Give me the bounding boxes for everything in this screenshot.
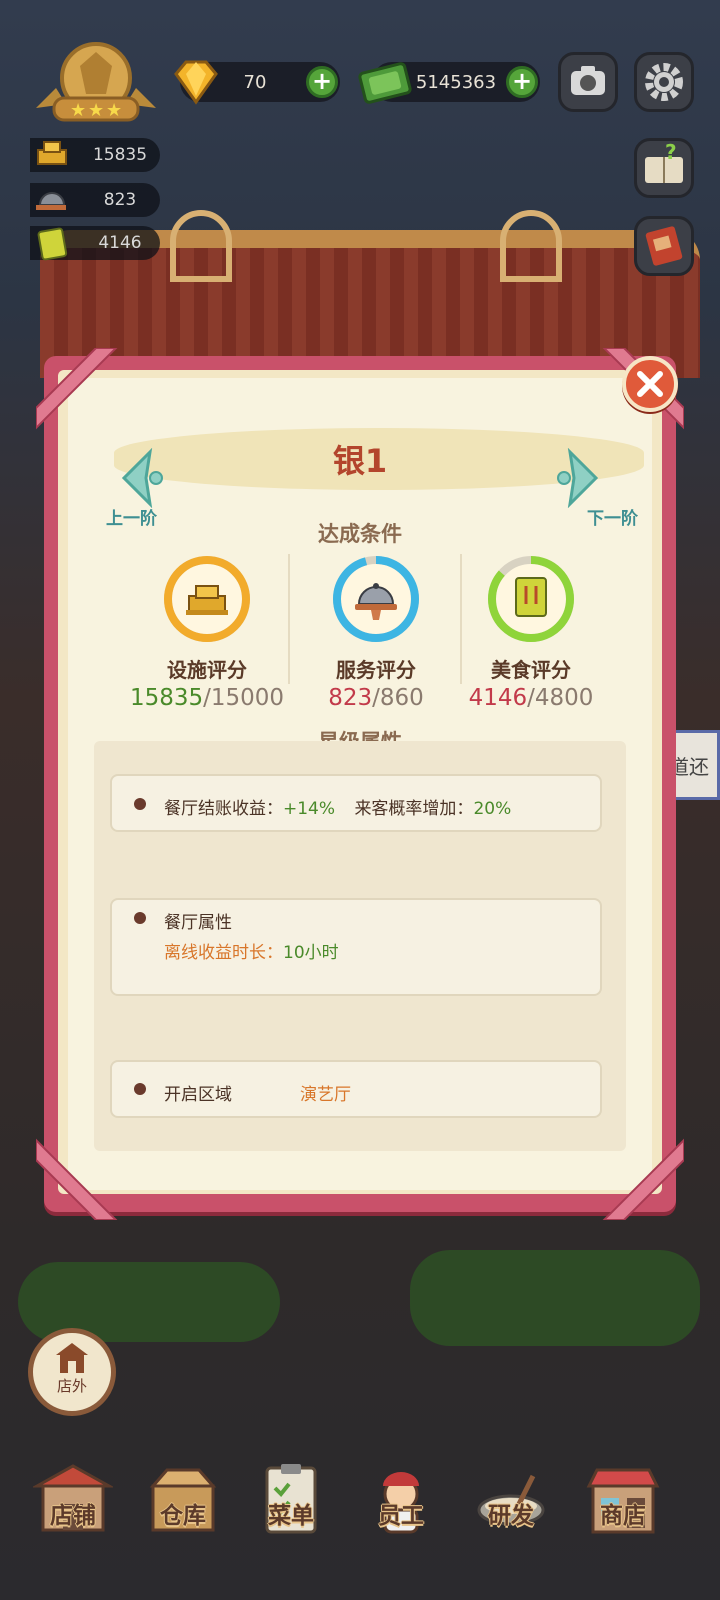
cash-counter[interactable]: 5145363 + [358,62,540,104]
facility-score-label: 设施评分 [167,658,247,682]
corner-ribbon [36,1138,118,1220]
svg-text:★: ★ [88,100,104,121]
revenue-label: 餐厅结账收益： [164,799,283,819]
food-score-label: 美食评分 [491,658,571,682]
svg-text:★: ★ [106,100,122,121]
food-score-progress: 4146/4800 [446,685,616,711]
service-cloche-icon [36,192,66,210]
service-target: /860 [372,685,424,711]
close-button[interactable] [622,356,678,412]
guest-label: 来客概率增加： [354,799,474,819]
roof-ornament-left [170,210,232,282]
svg-text:?: ? [665,141,677,164]
food-current: 4146 [468,685,528,711]
prev-arrow-icon[interactable] [120,448,164,508]
facility-score-progress: 15835/15000 [122,685,292,711]
revenue-value: +14% [283,799,336,819]
tab-research-label: 研发 [488,1503,534,1529]
help-book-icon: ? [645,140,683,183]
bush-right [410,1250,700,1346]
facility-target: /15000 [203,685,285,711]
service-score-value: 823 [103,190,137,210]
service-progress-ring [333,556,419,642]
bullet-dot [134,798,146,810]
next-arrow-icon[interactable] [556,448,600,508]
guest-value: 20% [473,799,512,819]
add-cash-button[interactable]: + [506,66,538,98]
rank-badge[interactable]: ★ ★ ★ [36,38,156,128]
roof-ornament-right [500,210,562,282]
unlock-value: 演艺厅 [300,1085,351,1105]
facility-score-value: 15835 [92,145,148,165]
tab-warehouse[interactable]: 仓库 [128,1420,238,1560]
conditions-heading: 达成条件 [318,522,402,546]
service-score-stat: 823 [30,183,160,217]
restaurant-attribute: 餐厅属性 离线收益时长：10小时 [110,898,602,996]
gear-icon [645,63,683,101]
service-current: 823 [328,685,373,711]
tab-menu[interactable]: 菜单 [236,1420,346,1560]
outside-button[interactable]: 店外 [28,1328,116,1416]
revenue-attribute: 餐厅结账收益：+14% 来客概率增加：20% [110,774,602,832]
bullet-dot [134,912,146,924]
service-score-label: 服务评分 [336,658,416,682]
red-book-icon [645,226,683,266]
gem-icon [174,60,218,105]
service-score-progress: 823/860 [291,685,461,711]
storefront-icon [56,1343,88,1373]
tab-store[interactable]: 商店 [568,1420,678,1560]
tab-menu-label: 菜单 [268,1503,314,1529]
facility-gold-icon [37,141,67,165]
cash-icon [358,62,412,104]
food-score-value: 4146 [98,233,142,253]
bottom-nav: 店铺 仓库 菜单 员工 研发 商店 [0,1420,720,1600]
tab-store-label: 商店 [600,1503,646,1529]
food-score-stat: 4146 [30,226,160,261]
column-divider [288,554,290,684]
food-book-icon [37,227,68,261]
corner-ribbon [36,348,118,430]
tab-shop-label: 店铺 [50,1503,96,1529]
food-target: /4800 [527,685,594,711]
tab-staff-label: 员工 [378,1503,424,1529]
food-book-icon [515,577,547,617]
outside-label: 店外 [56,1377,87,1395]
facility-condition: 设施评分 15835/15000 [122,554,292,711]
rank-badge-icon: ★ ★ ★ [36,42,156,122]
service-condition: 服务评分 823/860 [291,554,461,711]
settings-button[interactable] [634,52,694,112]
gem-counter[interactable]: 70 + [174,60,340,105]
offline-label: 离线收益时长： [164,943,283,963]
tab-staff[interactable]: 员工 [346,1420,456,1560]
camera-button[interactable] [558,52,618,112]
food-condition: 美食评分 4146/4800 [446,554,616,711]
recipe-book-button[interactable] [634,216,694,276]
bullet-dot [134,1083,146,1095]
unlock-attribute: 开启区域 演艺厅 [110,1060,602,1118]
svg-text:★: ★ [70,100,86,121]
add-gems-button[interactable]: + [306,66,338,98]
camera-icon [571,66,605,95]
tab-research[interactable]: 研发 [456,1420,566,1560]
tab-shop[interactable]: 店铺 [18,1420,128,1560]
restaurant-attr-label: 餐厅属性 [164,913,232,933]
facility-score-stat: 15835 [30,138,160,172]
close-icon [637,371,663,397]
guide-book-button[interactable]: ? [634,138,694,198]
star-rank-dialog: 银1 上一阶 下一阶 达成条件 设施评分 15835/15000 服务评分 82… [36,348,684,1220]
tab-warehouse-label: 仓库 [160,1503,206,1529]
facility-progress-ring [164,556,250,642]
offline-value: 10小时 [283,943,339,963]
corner-ribbon [602,1138,684,1220]
unlock-label: 开启区域 [164,1085,232,1105]
facility-current: 15835 [129,685,204,711]
food-progress-ring [488,556,574,642]
